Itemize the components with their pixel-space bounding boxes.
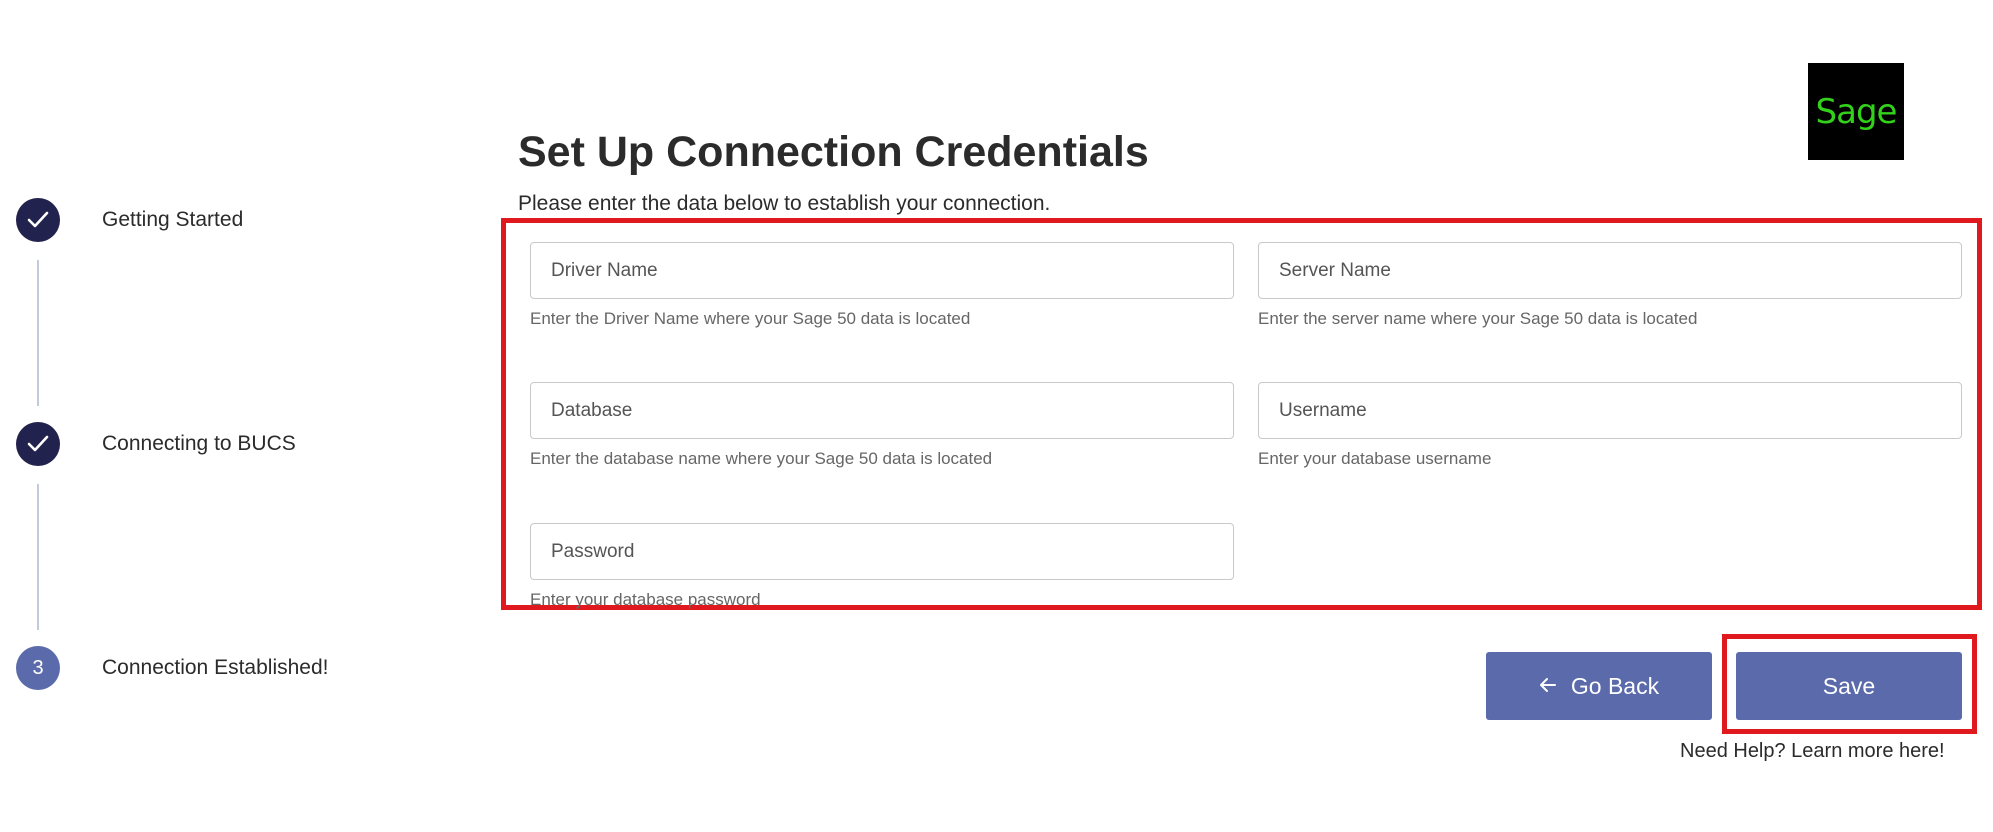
password-input[interactable] [530, 523, 1234, 580]
logo-text: Sage [1815, 91, 1898, 132]
server-name-field: Enter the server name where your Sage 50… [1258, 242, 1962, 329]
step-connecting: Connecting to BUCS [16, 422, 296, 466]
step-connector [37, 260, 39, 406]
password-field: Enter your database password [530, 523, 1234, 610]
step-connection-established: 3 Connection Established! [16, 646, 328, 690]
database-hint: Enter the database name where your Sage … [530, 449, 993, 468]
step-connector [37, 484, 39, 630]
arrow-left-icon [1539, 673, 1557, 699]
password-hint: Enter your database password [530, 590, 761, 609]
driver-name-hint: Enter the Driver Name where your Sage 50… [530, 309, 971, 328]
driver-name-field: Enter the Driver Name where your Sage 50… [530, 242, 1234, 329]
help-link[interactable]: Need Help? Learn more here! [1680, 740, 1945, 763]
username-field: Enter your database username [1258, 382, 1962, 469]
driver-name-input[interactable] [530, 242, 1234, 299]
server-name-hint: Enter the server name where your Sage 50… [1258, 309, 1698, 328]
database-input[interactable] [530, 382, 1234, 439]
database-field: Enter the database name where your Sage … [530, 382, 1234, 469]
save-label: Save [1822, 672, 1876, 699]
step-label: Connecting to BUCS [102, 432, 296, 455]
progress-stepper: Getting Started Connecting to BUCS 3 Con… [16, 198, 336, 708]
go-back-label: Go Back [1570, 672, 1660, 699]
username-input[interactable] [1258, 382, 1962, 439]
check-icon [16, 422, 60, 466]
username-hint: Enter your database username [1258, 449, 1492, 468]
step-number: 3 [16, 646, 60, 690]
page-subtitle: Please enter the data below to establish… [518, 192, 1051, 215]
step-label: Connection Established! [102, 656, 329, 679]
step-label: Getting Started [102, 208, 244, 231]
check-icon [16, 198, 60, 242]
sage-logo: Sage [1808, 63, 1904, 160]
server-name-input[interactable] [1258, 242, 1962, 299]
step-getting-started: Getting Started [16, 198, 243, 242]
save-button[interactable]: Save [1736, 652, 1962, 720]
go-back-button[interactable]: Go Back [1486, 652, 1712, 720]
page-title: Set Up Connection Credentials [518, 128, 1149, 176]
